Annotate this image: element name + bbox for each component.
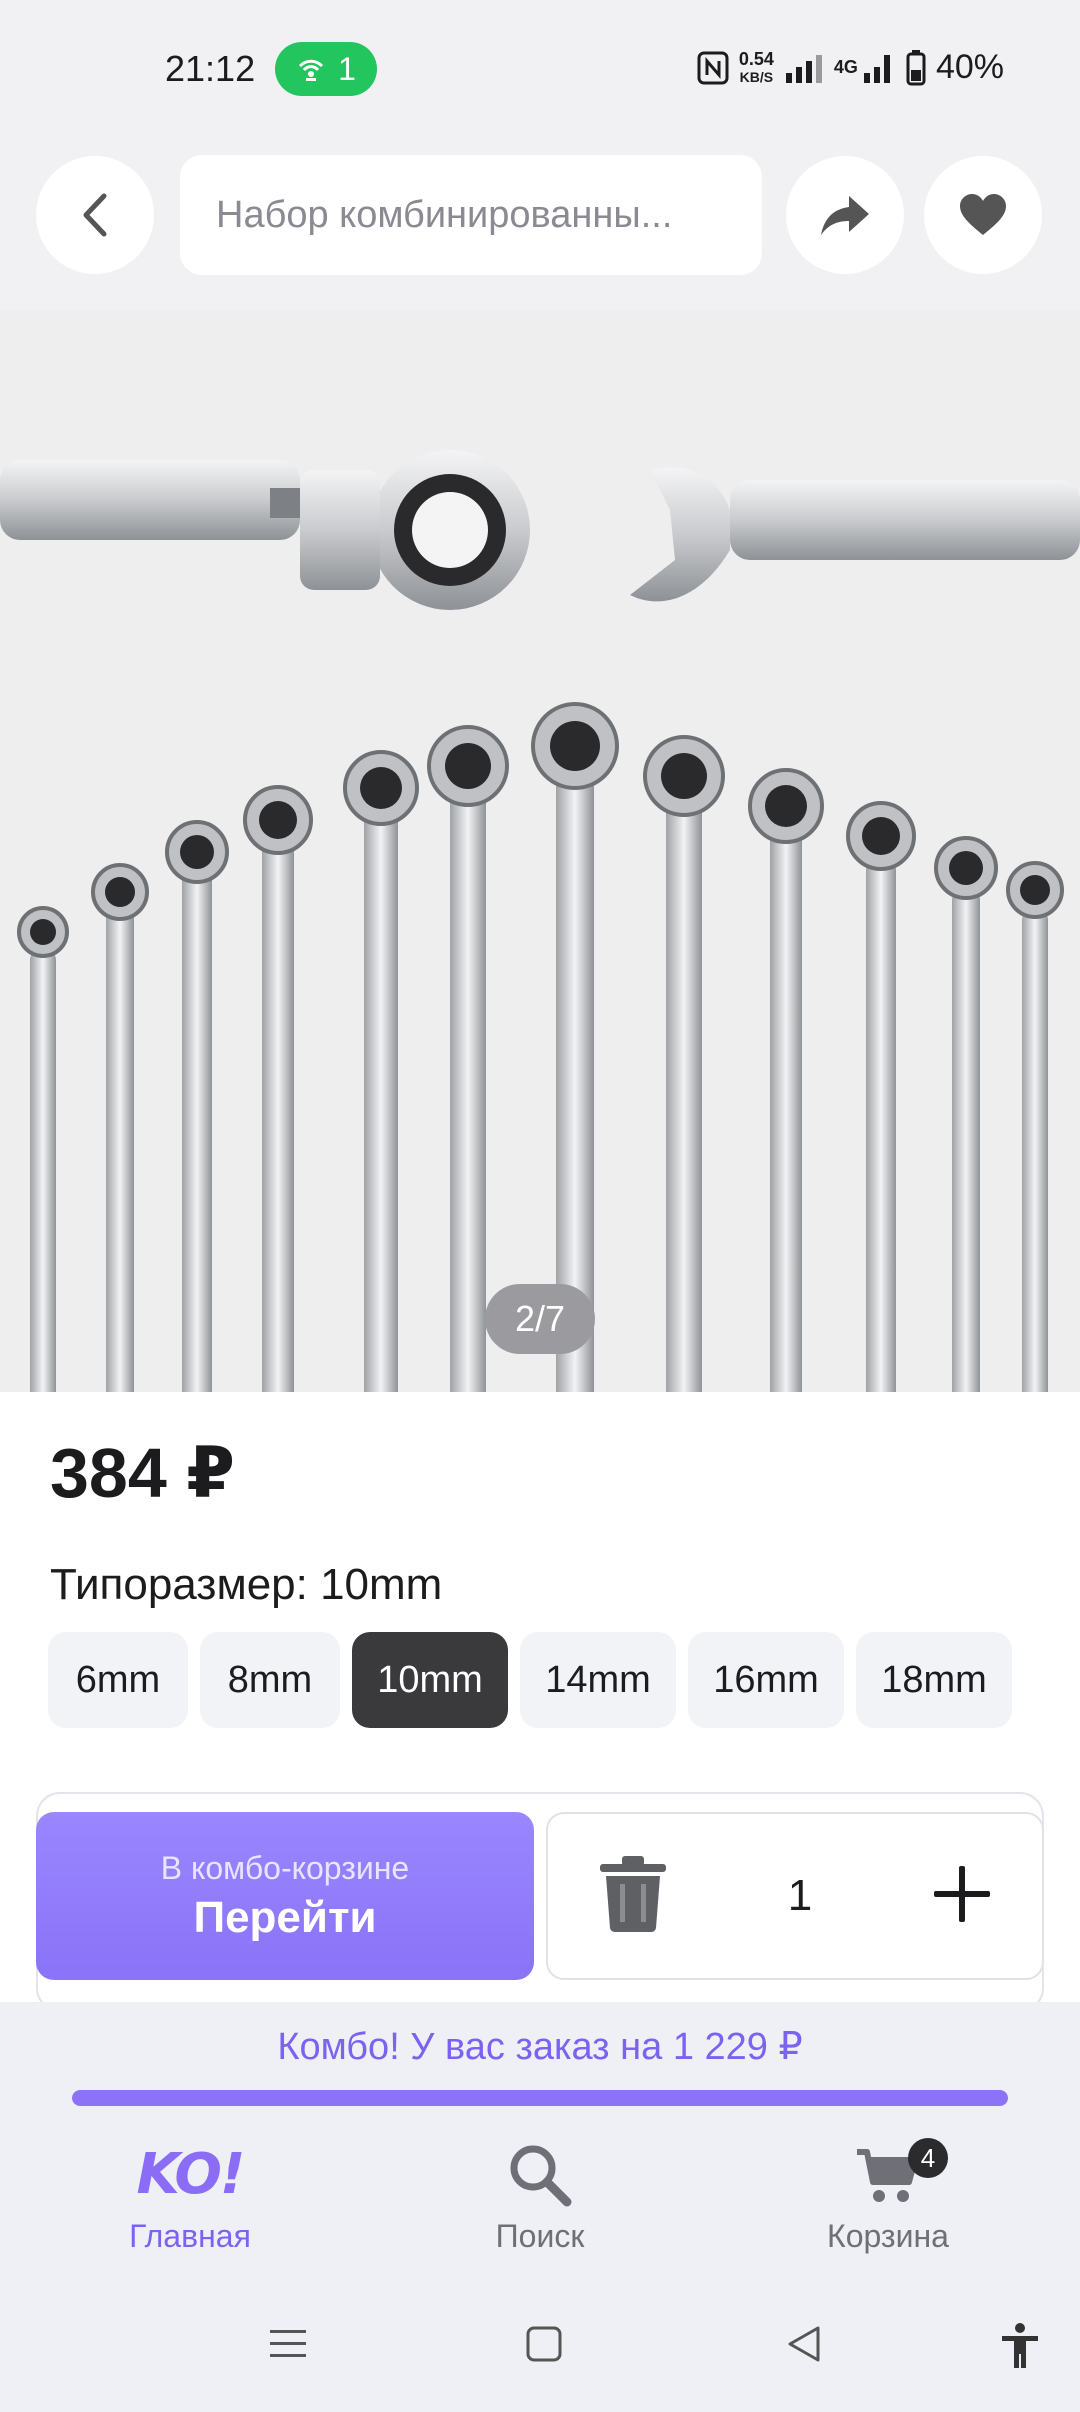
net-speed-unit: KB/S — [739, 68, 774, 85]
net-speed-value: 0.54 — [738, 48, 774, 69]
go-button-label: Перейти — [193, 1892, 377, 1942]
system-indicators: 0.54 KB/S 4G 40% — [697, 48, 1004, 87]
nav-cart[interactable]: Корзина 4 — [768, 2138, 1008, 2255]
signal-icon — [785, 54, 822, 83]
app-logo: KO! — [136, 2142, 246, 2207]
hotspot-icon — [298, 59, 324, 81]
nav-cart-label: Корзина — [827, 2218, 949, 2254]
nav-home[interactable]: KO! Главная — [70, 2142, 310, 2255]
network-type: 4G — [833, 57, 858, 77]
size-chip-8mm[interactable]: 8mm — [200, 1632, 340, 1728]
size-chip-10mm[interactable]: 10mm — [352, 1632, 508, 1728]
quantity-stepper: 1 — [546, 1812, 1044, 1980]
combo-text: Комбо! У вас заказ на 1 229 ₽ — [277, 2026, 803, 2068]
share-button[interactable] — [786, 156, 904, 274]
gallery-counter: 2/7 — [485, 1284, 595, 1354]
home-square-icon[interactable] — [522, 2322, 566, 2366]
increment-button[interactable] — [922, 1854, 1002, 1939]
go-button-subtitle: В комбо-корзине — [160, 1849, 410, 1886]
back-arrow-icon — [83, 193, 107, 237]
nfc-icon — [697, 51, 729, 84]
favorite-button[interactable] — [924, 156, 1042, 274]
cart-count-badge: 4 — [908, 2138, 948, 2178]
remove-button[interactable] — [588, 1846, 678, 1947]
size-chip-16mm[interactable]: 16mm — [688, 1632, 844, 1728]
nav-search-label: Поиск — [495, 2218, 585, 2254]
system-navigation-bar — [0, 2282, 1080, 2412]
size-chip-14mm[interactable]: 14mm — [520, 1632, 676, 1728]
quantity-value: 1 — [787, 1871, 813, 1920]
heart-icon — [960, 194, 1006, 235]
back-button[interactable] — [36, 156, 154, 274]
status-bar: 21:12 1 0.54 KB/S 4G 40% — [0, 0, 1080, 140]
share-icon — [821, 196, 869, 235]
product-price: 384 ₽ — [50, 1434, 235, 1512]
size-chip-18mm[interactable]: 18mm — [856, 1632, 1012, 1728]
combo-progress-bar — [72, 2090, 1008, 2106]
plus-icon — [933, 1865, 990, 1922]
wrench-set-image — [0, 450, 1080, 1392]
battery-icon — [906, 49, 926, 85]
size-label: Типоразмер: 10mm — [50, 1560, 443, 1609]
hotspot-indicator: 1 — [275, 42, 377, 96]
product-image-gallery[interactable]: 2/7 — [0, 310, 1080, 1392]
signal-icon-2 — [863, 54, 890, 83]
combo-banner[interactable]: Комбо! У вас заказ на 1 229 ₽ — [0, 2002, 1080, 2112]
bottom-navigation: KO! Главная Поиск Корзина 4 — [0, 2112, 1080, 2282]
back-triangle-icon[interactable] — [782, 2322, 826, 2366]
search-input[interactable]: Набор комбинированны... — [180, 155, 762, 275]
search-icon — [510, 2145, 572, 2207]
menu-icon[interactable] — [266, 2322, 310, 2366]
status-time: 21:12 — [165, 48, 256, 89]
nav-home-label: Главная — [129, 2218, 251, 2254]
battery-percent: 40% — [935, 48, 1004, 86]
nav-search[interactable]: Поиск — [420, 2142, 660, 2255]
accessibility-icon[interactable] — [998, 2322, 1042, 2370]
size-chip-6mm[interactable]: 6mm — [48, 1632, 188, 1728]
combo-progress-fill — [72, 2090, 1008, 2106]
go-to-combo-cart-button[interactable]: В комбо-корзине Перейти — [36, 1812, 534, 1980]
net-speed: 0.54 KB/S — [739, 50, 774, 86]
hotspot-count: 1 — [338, 50, 356, 87]
size-selector: 6mm 8mm 10mm 14mm 16mm 18mm — [48, 1632, 1012, 1728]
trash-icon — [600, 1855, 666, 1932]
